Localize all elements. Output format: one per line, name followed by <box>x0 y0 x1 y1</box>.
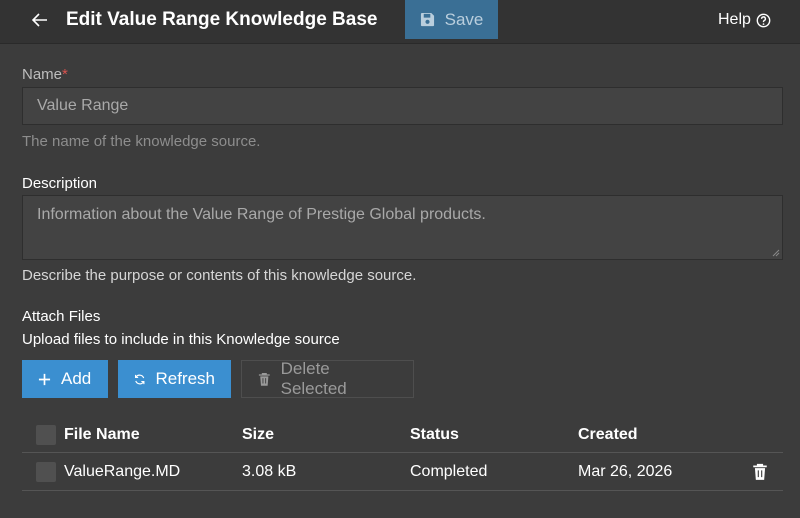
arrow-left-icon <box>32 13 47 27</box>
refresh-icon <box>135 374 145 384</box>
trash-icon[interactable] <box>752 463 768 481</box>
table-header-row: File Name Size Status Created <box>22 416 783 453</box>
file-size-cell: 3.08 kB <box>242 463 297 480</box>
column-header-size[interactable]: Size <box>242 426 274 444</box>
floppy-disk-icon <box>420 12 434 27</box>
resize-grip-icon[interactable] <box>772 249 780 257</box>
save-button-label: Save <box>444 9 484 29</box>
add-button-label: Add <box>61 369 92 388</box>
help-button[interactable]: Help <box>718 10 771 30</box>
question-circle-icon <box>756 13 771 27</box>
select-all-checkbox[interactable] <box>36 425 56 445</box>
required-mark: * <box>62 66 68 83</box>
page-title: Edit Value Range Knowledge Base <box>66 9 378 30</box>
back-button[interactable] <box>28 8 52 32</box>
column-header-file-name[interactable]: File Name <box>64 426 140 444</box>
file-created-cell: Mar 26, 2026 <box>578 463 673 480</box>
delete-selected-button[interactable]: Delete Selected <box>241 359 414 398</box>
description-label: Description <box>22 175 98 192</box>
name-label: Name* <box>22 66 68 83</box>
description-value: Information about the Value Range of Pre… <box>37 206 486 223</box>
plus-icon <box>38 373 51 385</box>
help-button-label: Help <box>718 11 751 28</box>
refresh-button-label: Refresh <box>155 369 215 388</box>
add-button[interactable]: Add <box>22 360 108 398</box>
column-header-created[interactable]: Created <box>578 426 638 444</box>
description-textarea[interactable]: Information about the Value Range of Pre… <box>22 195 783 260</box>
file-name-cell: ValueRange.MD <box>64 463 181 480</box>
description-hint: Describe the purpose or contents of this… <box>22 267 417 284</box>
name-input[interactable]: Value Range <box>22 87 783 125</box>
column-header-status[interactable]: Status <box>410 426 459 444</box>
attach-files-title: Attach Files <box>22 308 101 325</box>
header-bar: Edit Value Range Knowledge Base Save Hel… <box>0 0 800 44</box>
attach-files-subtitle: Upload files to include in this Knowledg… <box>22 331 340 348</box>
row-checkbox[interactable] <box>36 462 56 482</box>
files-table: File Name Size Status Created ValueRange… <box>22 416 783 491</box>
file-status-cell: Completed <box>410 463 488 480</box>
refresh-button[interactable]: Refresh <box>118 360 231 398</box>
name-input-value: Value Range <box>37 97 129 114</box>
name-hint: The name of the knowledge source. <box>22 133 261 150</box>
table-row: ValueRange.MD 3.08 kB Completed Mar 26, … <box>22 453 783 491</box>
delete-selected-label: Delete Selected <box>280 359 347 398</box>
save-button[interactable]: Save <box>405 0 498 39</box>
trash-icon <box>258 372 270 386</box>
name-label-text: Name <box>22 66 63 83</box>
